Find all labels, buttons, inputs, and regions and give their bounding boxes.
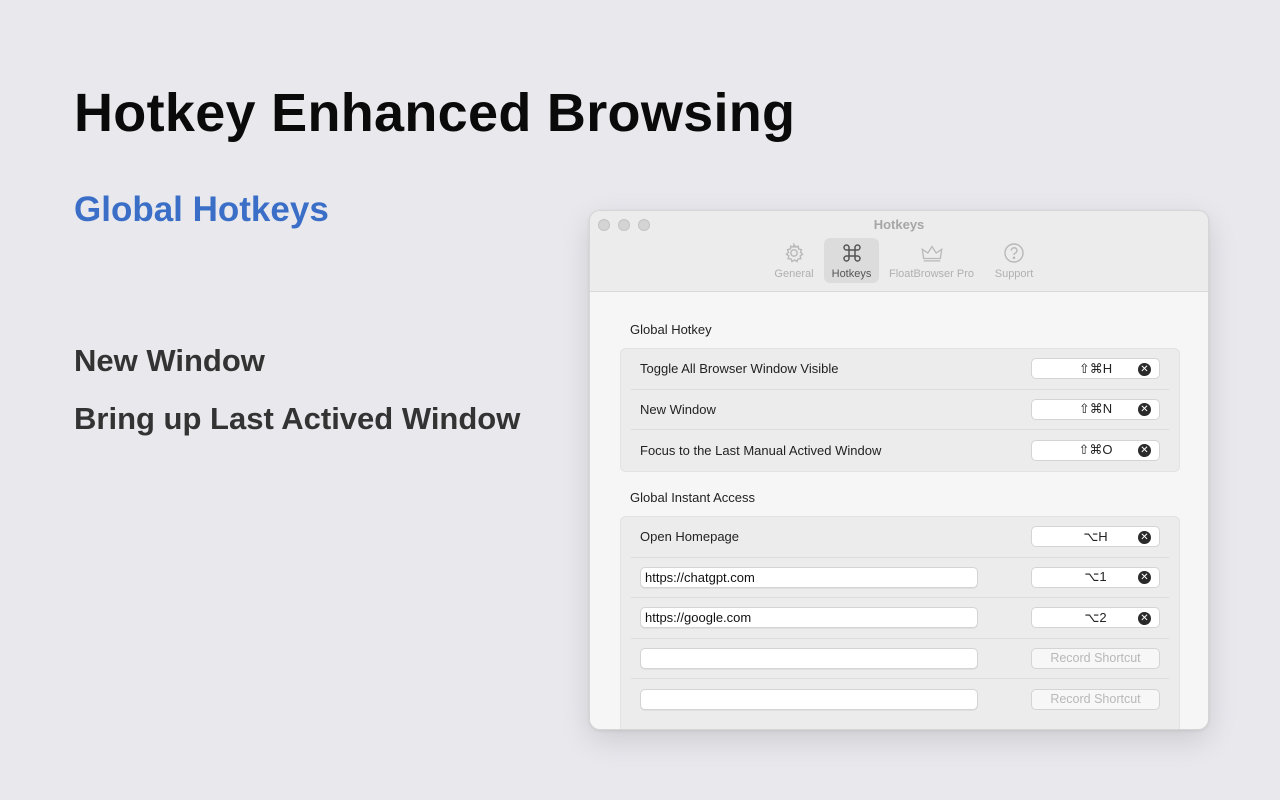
instant-access-heading: Global Instant Access bbox=[630, 490, 756, 505]
homepage-label: Open Homepage bbox=[640, 529, 740, 545]
url-input[interactable] bbox=[640, 688, 978, 710]
clear-shortcut-icon[interactable]: ✕ bbox=[1138, 403, 1151, 417]
gear-icon bbox=[782, 241, 806, 265]
record-shortcut-label: Record Shortcut bbox=[1050, 651, 1141, 666]
question-icon bbox=[1002, 241, 1026, 265]
instant-row-url: Record Shortcut bbox=[631, 639, 1169, 679]
hotkey-label: Focus to the Last Manual Actived Window bbox=[640, 442, 882, 458]
shortcut-keys: ⇧⌘N bbox=[1078, 401, 1113, 417]
url-input[interactable] bbox=[640, 607, 978, 629]
hotkey-label: New Window bbox=[640, 401, 716, 417]
instant-row-url: Record Shortcut bbox=[631, 679, 1169, 720]
instant-row-url: ⌥1 ✕ bbox=[631, 558, 1169, 598]
tab-floatbrowser-pro[interactable]: FloatBrowser Pro bbox=[881, 238, 982, 283]
clear-shortcut-icon[interactable]: ✕ bbox=[1138, 611, 1151, 625]
hotkeys-window: Hotkeys General Hotkeys FloatBrowser Pro… bbox=[589, 210, 1209, 730]
window-titlebar: Hotkeys General Hotkeys FloatBrowser Pro… bbox=[590, 211, 1208, 292]
tab-general-label: General bbox=[774, 268, 814, 280]
tab-general[interactable]: General bbox=[766, 238, 822, 283]
hotkey-row-toggle-visible: Toggle All Browser Window Visible ⇧⌘H ✕ bbox=[631, 349, 1169, 390]
shortcut-keys: ⌥2 bbox=[1084, 609, 1107, 625]
record-shortcut-button[interactable]: Record Shortcut bbox=[1031, 647, 1160, 669]
shortcut-keys: ⇧⌘O bbox=[1078, 442, 1113, 458]
record-shortcut-label: Record Shortcut bbox=[1050, 692, 1141, 707]
shortcut-keys: ⌥1 bbox=[1084, 569, 1107, 585]
instant-row-homepage: Open Homepage ⌥H ✕ bbox=[631, 517, 1169, 558]
instant-access-group: Open Homepage ⌥H ✕ ⌥1 ✕ ⌥2 ✕ bbox=[620, 516, 1180, 729]
clear-shortcut-icon[interactable]: ✕ bbox=[1138, 444, 1151, 458]
tab-support[interactable]: Support bbox=[984, 238, 1044, 283]
url-input[interactable] bbox=[640, 566, 978, 588]
hotkey-row-focus-last-window: Focus to the Last Manual Actived Window … bbox=[631, 430, 1169, 471]
tab-support-label: Support bbox=[994, 268, 1034, 280]
url-input[interactable] bbox=[640, 647, 978, 669]
hotkey-row-new-window: New Window ⇧⌘N ✕ bbox=[631, 390, 1169, 430]
feature-new-window: New Window bbox=[74, 343, 265, 378]
instant-row-url: ⌥2 ✕ bbox=[631, 598, 1169, 639]
shortcut-recorder[interactable]: ⇧⌘H ✕ bbox=[1031, 358, 1160, 380]
record-shortcut-button[interactable]: Record Shortcut bbox=[1031, 688, 1160, 710]
shortcut-keys: ⇧⌘H bbox=[1078, 360, 1113, 376]
shortcut-recorder[interactable]: ⌥H ✕ bbox=[1031, 526, 1160, 548]
shortcut-recorder[interactable]: ⇧⌘N ✕ bbox=[1031, 398, 1160, 420]
section-subtitle: Global Hotkeys bbox=[74, 190, 329, 229]
tab-hotkeys-label: Hotkeys bbox=[831, 268, 872, 280]
command-icon bbox=[840, 241, 864, 265]
preferences-toolbar: General Hotkeys FloatBrowser Pro Support bbox=[766, 238, 1044, 283]
shortcut-keys: ⌥H bbox=[1083, 528, 1108, 544]
page-headline: Hotkey Enhanced Browsing bbox=[74, 83, 796, 143]
clear-shortcut-icon[interactable]: ✕ bbox=[1138, 571, 1151, 585]
hotkeys-panel: Global Hotkey Toggle All Browser Window … bbox=[590, 293, 1208, 729]
feature-last-actived-window: Bring up Last Actived Window bbox=[74, 401, 521, 436]
window-title: Hotkeys bbox=[873, 217, 925, 232]
crown-icon bbox=[920, 241, 944, 265]
tab-hotkeys[interactable]: Hotkeys bbox=[824, 238, 879, 283]
clear-shortcut-icon[interactable]: ✕ bbox=[1138, 530, 1151, 544]
hotkey-label: Toggle All Browser Window Visible bbox=[640, 361, 839, 377]
shortcut-recorder[interactable]: ⇧⌘O ✕ bbox=[1031, 439, 1160, 461]
global-hotkey-group: Toggle All Browser Window Visible ⇧⌘H ✕ … bbox=[620, 348, 1180, 472]
shortcut-recorder[interactable]: ⌥1 ✕ bbox=[1031, 566, 1160, 588]
tab-floatbrowser-pro-label: FloatBrowser Pro bbox=[889, 268, 974, 280]
global-hotkey-heading: Global Hotkey bbox=[630, 322, 712, 337]
shortcut-recorder[interactable]: ⌥2 ✕ bbox=[1031, 607, 1160, 629]
clear-shortcut-icon[interactable]: ✕ bbox=[1138, 362, 1151, 376]
